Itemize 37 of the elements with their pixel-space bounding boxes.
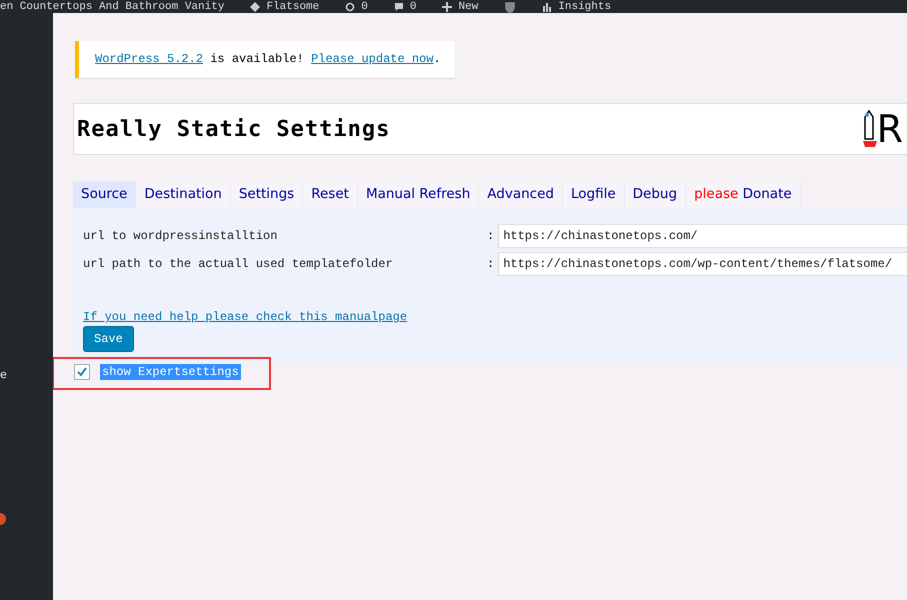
comment-icon: [394, 2, 404, 12]
settings-tab[interactable]: Manual Refresh: [358, 181, 480, 210]
updates-link[interactable]: 0: [345, 0, 368, 12]
save-button[interactable]: Save: [83, 326, 134, 352]
help-link[interactable]: If you need help please check this manualpage: [83, 310, 408, 324]
insights-link[interactable]: Insights: [542, 0, 612, 12]
url-input-field[interactable]: https://chinastonetops.com/wp-content/themes/flatsome/: [498, 252, 907, 276]
settings-tab[interactable]: Debug: [624, 181, 686, 210]
field-label: url path to the actuall used templatefolder: [83, 257, 394, 271]
settings-tab[interactable]: please Donate: [686, 181, 801, 210]
theme-link[interactable]: Flatsome: [250, 0, 320, 12]
update-link[interactable]: Please update now: [311, 52, 434, 66]
shield-icon[interactable]: [504, 0, 516, 12]
version-link[interactable]: WordPress 5.2.2: [95, 52, 204, 66]
site-title-link[interactable]: en Countertops And Bathroom Vanity: [0, 0, 224, 12]
page-title: Really Static Settings: [77, 116, 390, 142]
settings-tab[interactable]: Settings: [230, 181, 304, 210]
separator-colon: :: [487, 229, 494, 243]
notice-text: is available!: [209, 52, 305, 66]
bar-chart-icon: [542, 2, 552, 12]
sidebar-item[interactable]: e: [0, 368, 7, 381]
settings-tab[interactable]: Advanced: [479, 181, 563, 210]
settings-tab[interactable]: Logfile: [562, 181, 625, 210]
expert-checkbox[interactable]: [74, 364, 90, 380]
plus-icon: [442, 2, 452, 12]
url-input-field[interactable]: https://chinastonetops.com/: [498, 224, 907, 248]
logo-drawing: R: [862, 109, 907, 149]
comments-link[interactable]: 0: [394, 0, 416, 12]
new-link[interactable]: New: [442, 0, 478, 12]
separator-colon: :: [487, 257, 494, 271]
settings-tab[interactable]: Source: [73, 181, 136, 210]
settings-tab[interactable]: Reset: [303, 181, 358, 210]
checkbox-label: show Expertsettings: [100, 364, 241, 380]
field-label: url to wordpressinstalltion: [83, 229, 278, 243]
notice-period: .: [433, 52, 441, 66]
diamond-icon: [250, 2, 260, 12]
settings-tab[interactable]: Destination: [136, 181, 231, 210]
